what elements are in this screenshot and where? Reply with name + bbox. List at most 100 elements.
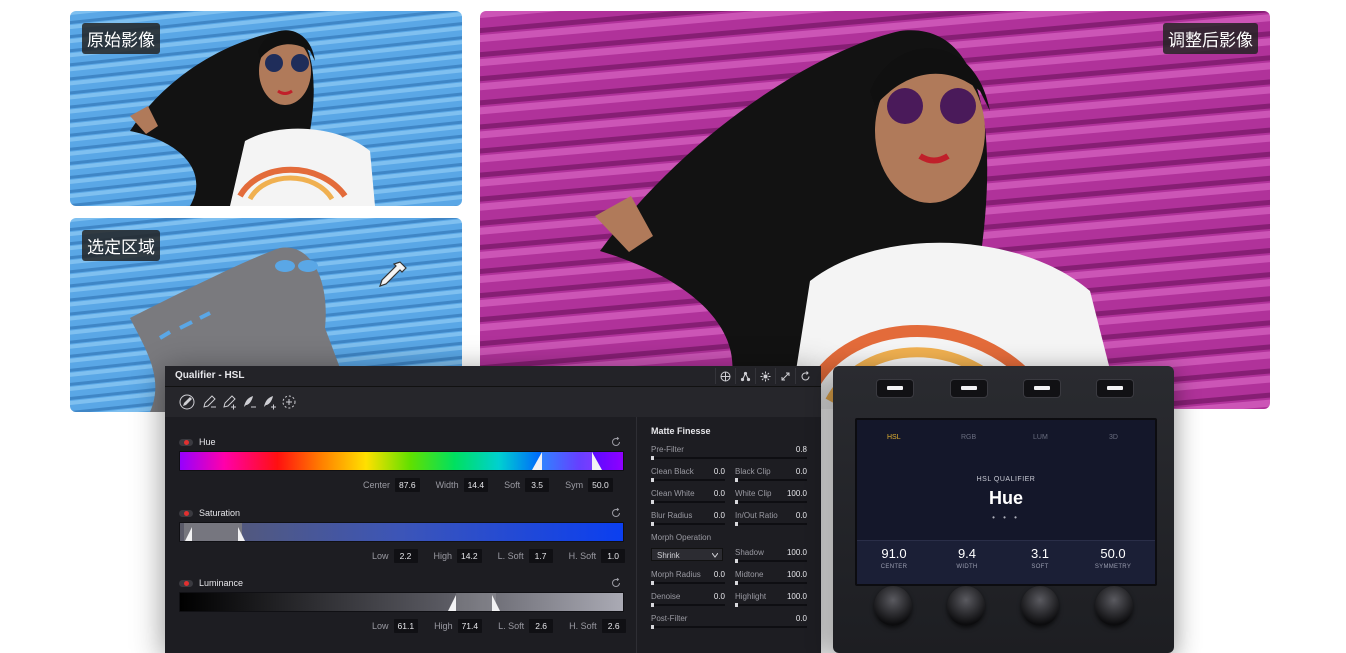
- pre-filter-value[interactable]: 0.8: [767, 445, 807, 454]
- hue-low-handle[interactable]: [532, 452, 542, 470]
- midtone-slider[interactable]: [735, 581, 807, 585]
- invert-icon[interactable]: [281, 394, 297, 410]
- soft-button-4[interactable]: [1096, 379, 1134, 398]
- soft-button-1[interactable]: [876, 379, 914, 398]
- inout-ratio-slider[interactable]: [735, 522, 807, 526]
- chevron-down-icon: [712, 553, 718, 558]
- hue-values: Center 87.6 Width 14.4 Soft 3.5 Sym 50.0: [347, 478, 613, 492]
- knob-width[interactable]: [947, 586, 985, 626]
- white-clip-slider[interactable]: [735, 500, 807, 504]
- luminance-range-bar[interactable]: [179, 592, 624, 612]
- eyedropper-minus-icon[interactable]: [201, 394, 217, 410]
- hue-label: Hue: [199, 437, 216, 447]
- luminance-lsoft-field[interactable]: 2.6: [529, 619, 554, 633]
- adjusted-image-art: [480, 11, 1270, 409]
- luminance-values: Low 61.1 High 71.4 L. Soft 2.6 H. Soft 2.6: [356, 619, 626, 633]
- feather-plus-icon[interactable]: [261, 394, 277, 410]
- denoise-slider[interactable]: [651, 603, 725, 607]
- hue-range-bar[interactable]: [179, 451, 624, 471]
- clean-white-slider[interactable]: [651, 500, 725, 504]
- black-clip-value[interactable]: 0.0: [769, 467, 807, 476]
- luminance-reset-icon[interactable]: [611, 578, 621, 588]
- clean-white-value[interactable]: 0.0: [687, 489, 725, 498]
- knob-soft[interactable]: [1021, 586, 1059, 626]
- saturation-hsoft-label: H. Soft: [568, 551, 597, 561]
- luminance-hsoft-field[interactable]: 2.6: [601, 619, 626, 633]
- inout-ratio-value[interactable]: 0.0: [769, 511, 807, 520]
- saturation-low-field[interactable]: 2.2: [393, 549, 418, 563]
- soft-button-2[interactable]: [950, 379, 988, 398]
- eyedropper-icon[interactable]: [179, 394, 195, 410]
- hue-sym-label: Sym: [565, 480, 584, 490]
- shadow-value[interactable]: 100.0: [769, 548, 807, 557]
- knob-center[interactable]: [874, 586, 912, 626]
- white-clip-value[interactable]: 100.0: [769, 489, 807, 498]
- hsl-controls: Hue Center 87.6 Width 14.4 Soft 3.5 Sym 50.0…: [165, 417, 635, 653]
- hw-tab-lum: LUM: [1033, 434, 1048, 441]
- post-filter-value[interactable]: 0.0: [767, 614, 807, 623]
- eyedropper-plus-icon[interactable]: [221, 394, 237, 410]
- midtone-value[interactable]: 100.0: [769, 570, 807, 579]
- expand-icon[interactable]: [775, 368, 795, 384]
- hw-pager: • • •: [992, 513, 1020, 522]
- saturation-low-handle[interactable]: [182, 523, 192, 541]
- hw-center-caption: CENTER: [880, 564, 908, 570]
- hue-soft-field[interactable]: 3.5: [525, 478, 550, 492]
- pre-filter-slider[interactable]: [651, 456, 807, 460]
- highlight-value[interactable]: 100.0: [769, 592, 807, 601]
- luminance-low-field[interactable]: 61.1: [393, 619, 419, 633]
- saturation-hsoft-field[interactable]: 1.0: [601, 549, 626, 563]
- hue-high-handle[interactable]: [592, 452, 602, 470]
- sun-icon[interactable]: [755, 368, 775, 384]
- morph-radius-slider[interactable]: [651, 581, 725, 585]
- morph-radius-value[interactable]: 0.0: [687, 570, 725, 579]
- hue-sym-field[interactable]: 50.0: [588, 478, 613, 492]
- denoise-value[interactable]: 0.0: [687, 592, 725, 601]
- reset-icon[interactable]: [795, 368, 815, 384]
- saturation-reset-icon[interactable]: [611, 508, 621, 518]
- saturation-high-label: High: [433, 551, 453, 561]
- hue-enable-toggle[interactable]: [179, 438, 193, 446]
- qualifier-toolbar: [165, 387, 821, 417]
- hue-soft-label: Soft: [504, 480, 521, 490]
- nodes-icon[interactable]: [735, 368, 755, 384]
- hue-center-field[interactable]: 87.6: [395, 478, 420, 492]
- saturation-enable-toggle[interactable]: [179, 509, 193, 517]
- morph-operation-value: Shrink: [657, 551, 680, 560]
- luminance-high-handle[interactable]: [492, 593, 502, 611]
- knob-symmetry[interactable]: [1095, 586, 1133, 626]
- blur-radius-slider[interactable]: [651, 522, 725, 526]
- luminance-high-field[interactable]: 71.4: [457, 619, 483, 633]
- qualifier-title: Qualifier - HSL: [175, 370, 245, 381]
- luminance-label: Luminance: [199, 578, 244, 588]
- morph-operation-dropdown[interactable]: Shrink: [651, 548, 723, 561]
- luminance-low-handle[interactable]: [446, 593, 456, 611]
- luminance-section-title: Luminance: [179, 578, 243, 588]
- shadow-slider[interactable]: [735, 559, 807, 563]
- highlight-slider[interactable]: [735, 603, 807, 607]
- adjusted-image: 调整后影像: [480, 11, 1270, 409]
- saturation-high-field[interactable]: 14.2: [457, 549, 482, 563]
- highlight-label: Highlight: [735, 592, 767, 601]
- soft-button-3[interactable]: [1023, 379, 1061, 398]
- black-clip-slider[interactable]: [735, 478, 807, 482]
- saturation-high-handle[interactable]: [238, 523, 248, 541]
- hue-reset-icon[interactable]: [611, 437, 621, 447]
- clean-black-value[interactable]: 0.0: [687, 467, 725, 476]
- post-filter-slider[interactable]: [651, 625, 807, 629]
- saturation-lsoft-field[interactable]: 1.7: [528, 549, 553, 563]
- hue-width-label: Width: [435, 480, 459, 490]
- midtone-label: Midtone: [735, 570, 764, 579]
- hw-width-caption: WIDTH: [956, 564, 978, 570]
- clean-black-slider[interactable]: [651, 478, 725, 482]
- matte-finesse-panel: Matte Finesse Pre-Filter 0.8 Clean Black…: [636, 417, 822, 653]
- luminance-enable-toggle[interactable]: [179, 579, 193, 587]
- globe-icon[interactable]: [715, 368, 735, 384]
- luminance-high-label: High: [434, 621, 453, 631]
- hue-width-field[interactable]: 14.4: [463, 478, 489, 492]
- hardware-display: HSL RGB LUM 3D HSL QUALIFIER Hue • • • 9…: [855, 418, 1157, 586]
- saturation-range-bar[interactable]: [179, 522, 624, 542]
- feather-minus-icon[interactable]: [241, 394, 257, 410]
- post-filter-label: Post-Filter: [651, 614, 688, 623]
- blur-radius-value[interactable]: 0.0: [687, 511, 725, 520]
